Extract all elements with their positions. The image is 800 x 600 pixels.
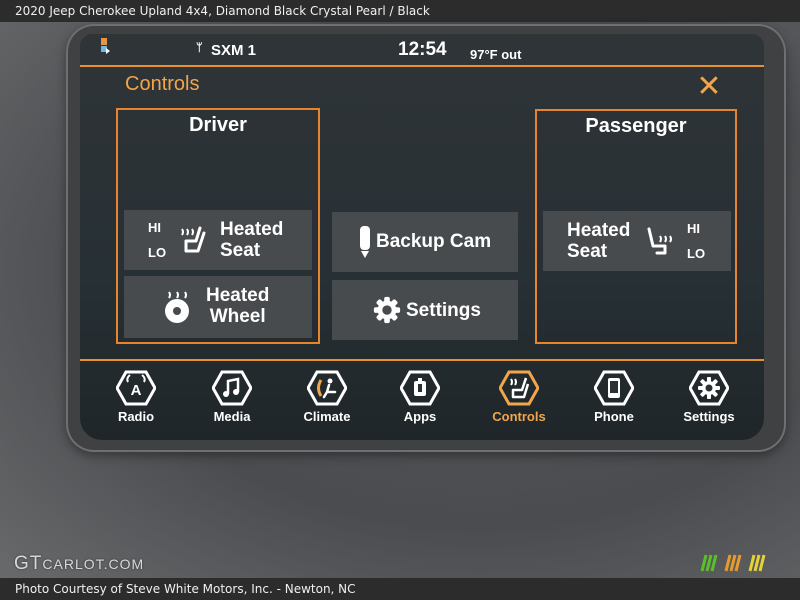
clock-time: 12:54	[398, 39, 447, 60]
close-icon: ✕	[696, 70, 722, 103]
status-indicator-orange	[101, 38, 107, 45]
status-bar: ᛘ SXM 1 12:54 97°F out	[80, 34, 764, 66]
driver-heated-wheel-label: Heated Wheel	[206, 285, 270, 327]
nav-controls-label: Controls	[492, 409, 546, 424]
driver-panel: Driver HI LO Heated Seat Heated Wheel	[116, 108, 320, 344]
nav-divider	[80, 359, 764, 361]
nav-media-label: Media	[213, 409, 251, 424]
passenger-seat-lo-indicator: LO	[687, 246, 706, 261]
settings-label: Settings	[406, 300, 481, 321]
outside-temperature: 97°F out	[470, 47, 522, 62]
nav-radio-label: Radio	[117, 409, 155, 424]
passenger-heated-seat-button[interactable]: Heated Seat HI LO	[543, 211, 731, 271]
driver-heated-seat-button[interactable]: HI LO Heated Seat	[124, 210, 312, 270]
status-divider	[80, 65, 764, 67]
photo-credit-caption: Photo Courtesy of Steve White Motors, In…	[0, 578, 800, 600]
passenger-panel-title: Passenger	[585, 115, 687, 137]
photo-caption-title: 2020 Jeep Cherokee Upland 4x4, Diamond B…	[0, 0, 800, 22]
nav-radio[interactable]: A Radio	[96, 370, 176, 424]
driver-seat-lo-indicator: LO	[148, 245, 167, 260]
nav-media[interactable]: Media	[192, 370, 272, 424]
gear-icon	[373, 296, 401, 324]
heated-seat-icon	[647, 227, 672, 255]
nav-apps-label: Apps	[403, 409, 437, 424]
settings-button[interactable]: Settings	[332, 280, 518, 340]
infotainment-screen: ᛘ SXM 1 12:54 97°F out Controls ✕ Driver…	[80, 34, 764, 440]
nav-phone-label: Phone	[594, 409, 634, 424]
gear-icon	[689, 370, 729, 406]
photo-stage: 2020 Jeep Cherokee Upland 4x4, Diamond B…	[0, 0, 800, 600]
driver-panel-title: Driver	[189, 114, 247, 136]
backup-cam-button[interactable]: Backup Cam	[332, 212, 518, 272]
driver-heated-wheel-button[interactable]: Heated Wheel	[124, 276, 312, 338]
radio-antenna-icon: A	[116, 370, 156, 406]
passenger-seat-hi-indicator: HI	[687, 221, 700, 236]
driver-seat-hi-indicator: HI	[148, 220, 161, 235]
gtcarlot-watermark: GTCARLOT.COM	[14, 553, 145, 574]
radio-source-label[interactable]: SXM 1	[211, 42, 256, 59]
page-title: Controls	[125, 73, 200, 95]
close-button[interactable]: ✕	[692, 70, 726, 104]
svg-text:A: A	[131, 382, 142, 399]
phone-icon	[594, 370, 634, 406]
backup-cam-label: Backup Cam	[376, 231, 492, 252]
brand-stripes-logo	[700, 554, 766, 572]
music-note-icon	[212, 370, 252, 406]
nav-controls[interactable]: Controls	[479, 370, 559, 424]
backup-camera-icon	[360, 226, 370, 258]
nav-phone[interactable]: Phone	[574, 370, 654, 424]
passenger-heated-seat-label: Heated Seat	[567, 220, 631, 262]
nav-settings[interactable]: Settings	[669, 370, 749, 424]
nav-climate[interactable]: Climate	[287, 370, 367, 424]
status-indicator-blue	[101, 46, 110, 54]
passenger-panel: Passenger Heated Seat HI LO	[535, 109, 737, 344]
heated-seat-icon	[181, 226, 206, 253]
seat-controls-icon	[499, 370, 539, 406]
heated-steering-wheel-icon	[165, 291, 189, 323]
climate-icon	[307, 370, 347, 406]
nav-climate-label: Climate	[303, 409, 351, 424]
bottom-nav-bar: A Radio Media Climate Apps Controls Phon…	[80, 364, 764, 440]
nav-apps[interactable]: Apps	[380, 370, 460, 424]
driver-heated-seat-label: Heated Seat	[220, 219, 284, 261]
apps-icon	[400, 370, 440, 406]
satellite-antenna-icon: ᛘ	[196, 42, 203, 54]
nav-settings-label: Settings	[683, 409, 735, 424]
